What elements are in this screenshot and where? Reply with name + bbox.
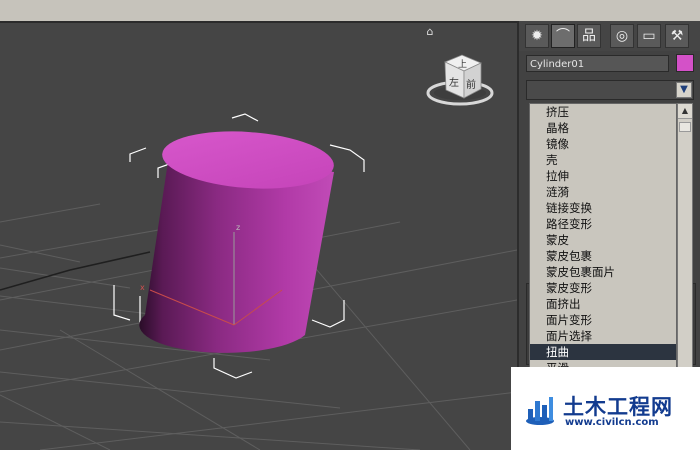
svg-text:z: z (236, 223, 240, 232)
viewcube-navigator[interactable]: 上 前 左 (426, 54, 494, 106)
modify-tab-curve-icon[interactable]: ⌒ (551, 24, 575, 48)
perspective-viewport[interactable]: z x 上 前 左 ⌂ (0, 0, 517, 450)
modifier-list-combobox[interactable]: ▼ (526, 80, 694, 100)
motion-tab-circle-icon[interactable]: ◎ (610, 24, 634, 48)
modifier-item[interactable]: 面片选择 (530, 328, 676, 344)
watermark-url: www.civilcn.com (565, 417, 659, 428)
modifier-item[interactable]: 涟漪 (530, 184, 676, 200)
site-watermark: 土木工程网 www.civilcn.com (511, 367, 700, 450)
scroll-up-arrow-icon[interactable]: ▲ (678, 104, 692, 119)
svg-text:x: x (140, 283, 145, 292)
chevron-down-icon[interactable]: ▼ (676, 82, 692, 98)
scrollbar-thumb[interactable] (679, 122, 691, 132)
cylinder01-object[interactable] (139, 126, 335, 353)
modifier-item[interactable]: 蒙皮包裹面片 (530, 264, 676, 280)
modifier-item[interactable]: 面挤出 (530, 296, 676, 312)
modifier-item[interactable]: 晶格 (530, 120, 676, 136)
modifier-item[interactable]: 蒙皮变形 (530, 280, 676, 296)
modifier-item[interactable]: 壳 (530, 152, 676, 168)
modifier-item[interactable]: 蒙皮 (530, 232, 676, 248)
viewcube-top-label: 上 (458, 59, 467, 70)
modifier-dropdown-list[interactable]: 挤压 晶格 镜像壳拉伸 涟漪 链接变换 路径变形 蒙皮 蒙皮包裹 蒙皮包裹面片 蒙皮变形 面挤出 面片… (529, 103, 677, 393)
scene-canvas[interactable]: z x 上 前 左 (0, 0, 517, 450)
modifier-item[interactable]: 蒙皮包裹 (530, 248, 676, 264)
dropdown-scrollbar[interactable]: ▲ (677, 103, 693, 393)
modifier-item[interactable]: 挤压 (530, 104, 676, 120)
modifier-item[interactable]: 面片变形 (530, 312, 676, 328)
modifier-item[interactable]: 路径变形 (530, 216, 676, 232)
viewcube-front-label: 前 (466, 78, 476, 91)
top-toolbar-strip (0, 0, 700, 22)
building-logo-icon (526, 397, 554, 425)
viewcube-left-label: 左 (449, 76, 459, 89)
modifier-item[interactable]: 链接变换 (530, 200, 676, 216)
object-name-field[interactable]: Cylinder01 (526, 55, 669, 72)
create-tab-sun-icon[interactable]: ✹ (525, 24, 549, 48)
hierarchy-tab-hierarchy-icon[interactable]: 品 (577, 24, 601, 48)
display-tab-monitor-icon[interactable]: ▭ (637, 24, 661, 48)
viewport-top-border (0, 21, 517, 23)
modifier-item-selected[interactable]: 扭曲 (530, 344, 676, 360)
object-color-swatch[interactable] (676, 54, 694, 72)
utilities-tab-hammer-icon[interactable]: ⚒ (665, 24, 689, 48)
modifier-item[interactable]: 镜像 (530, 136, 676, 152)
home-icon[interactable]: ⌂ (424, 26, 436, 38)
modifier-item[interactable]: 拉伸 (530, 168, 676, 184)
command-panel-tabs: ✹ ⌒ 品 ◎ ▭ ⚒ (519, 21, 700, 51)
